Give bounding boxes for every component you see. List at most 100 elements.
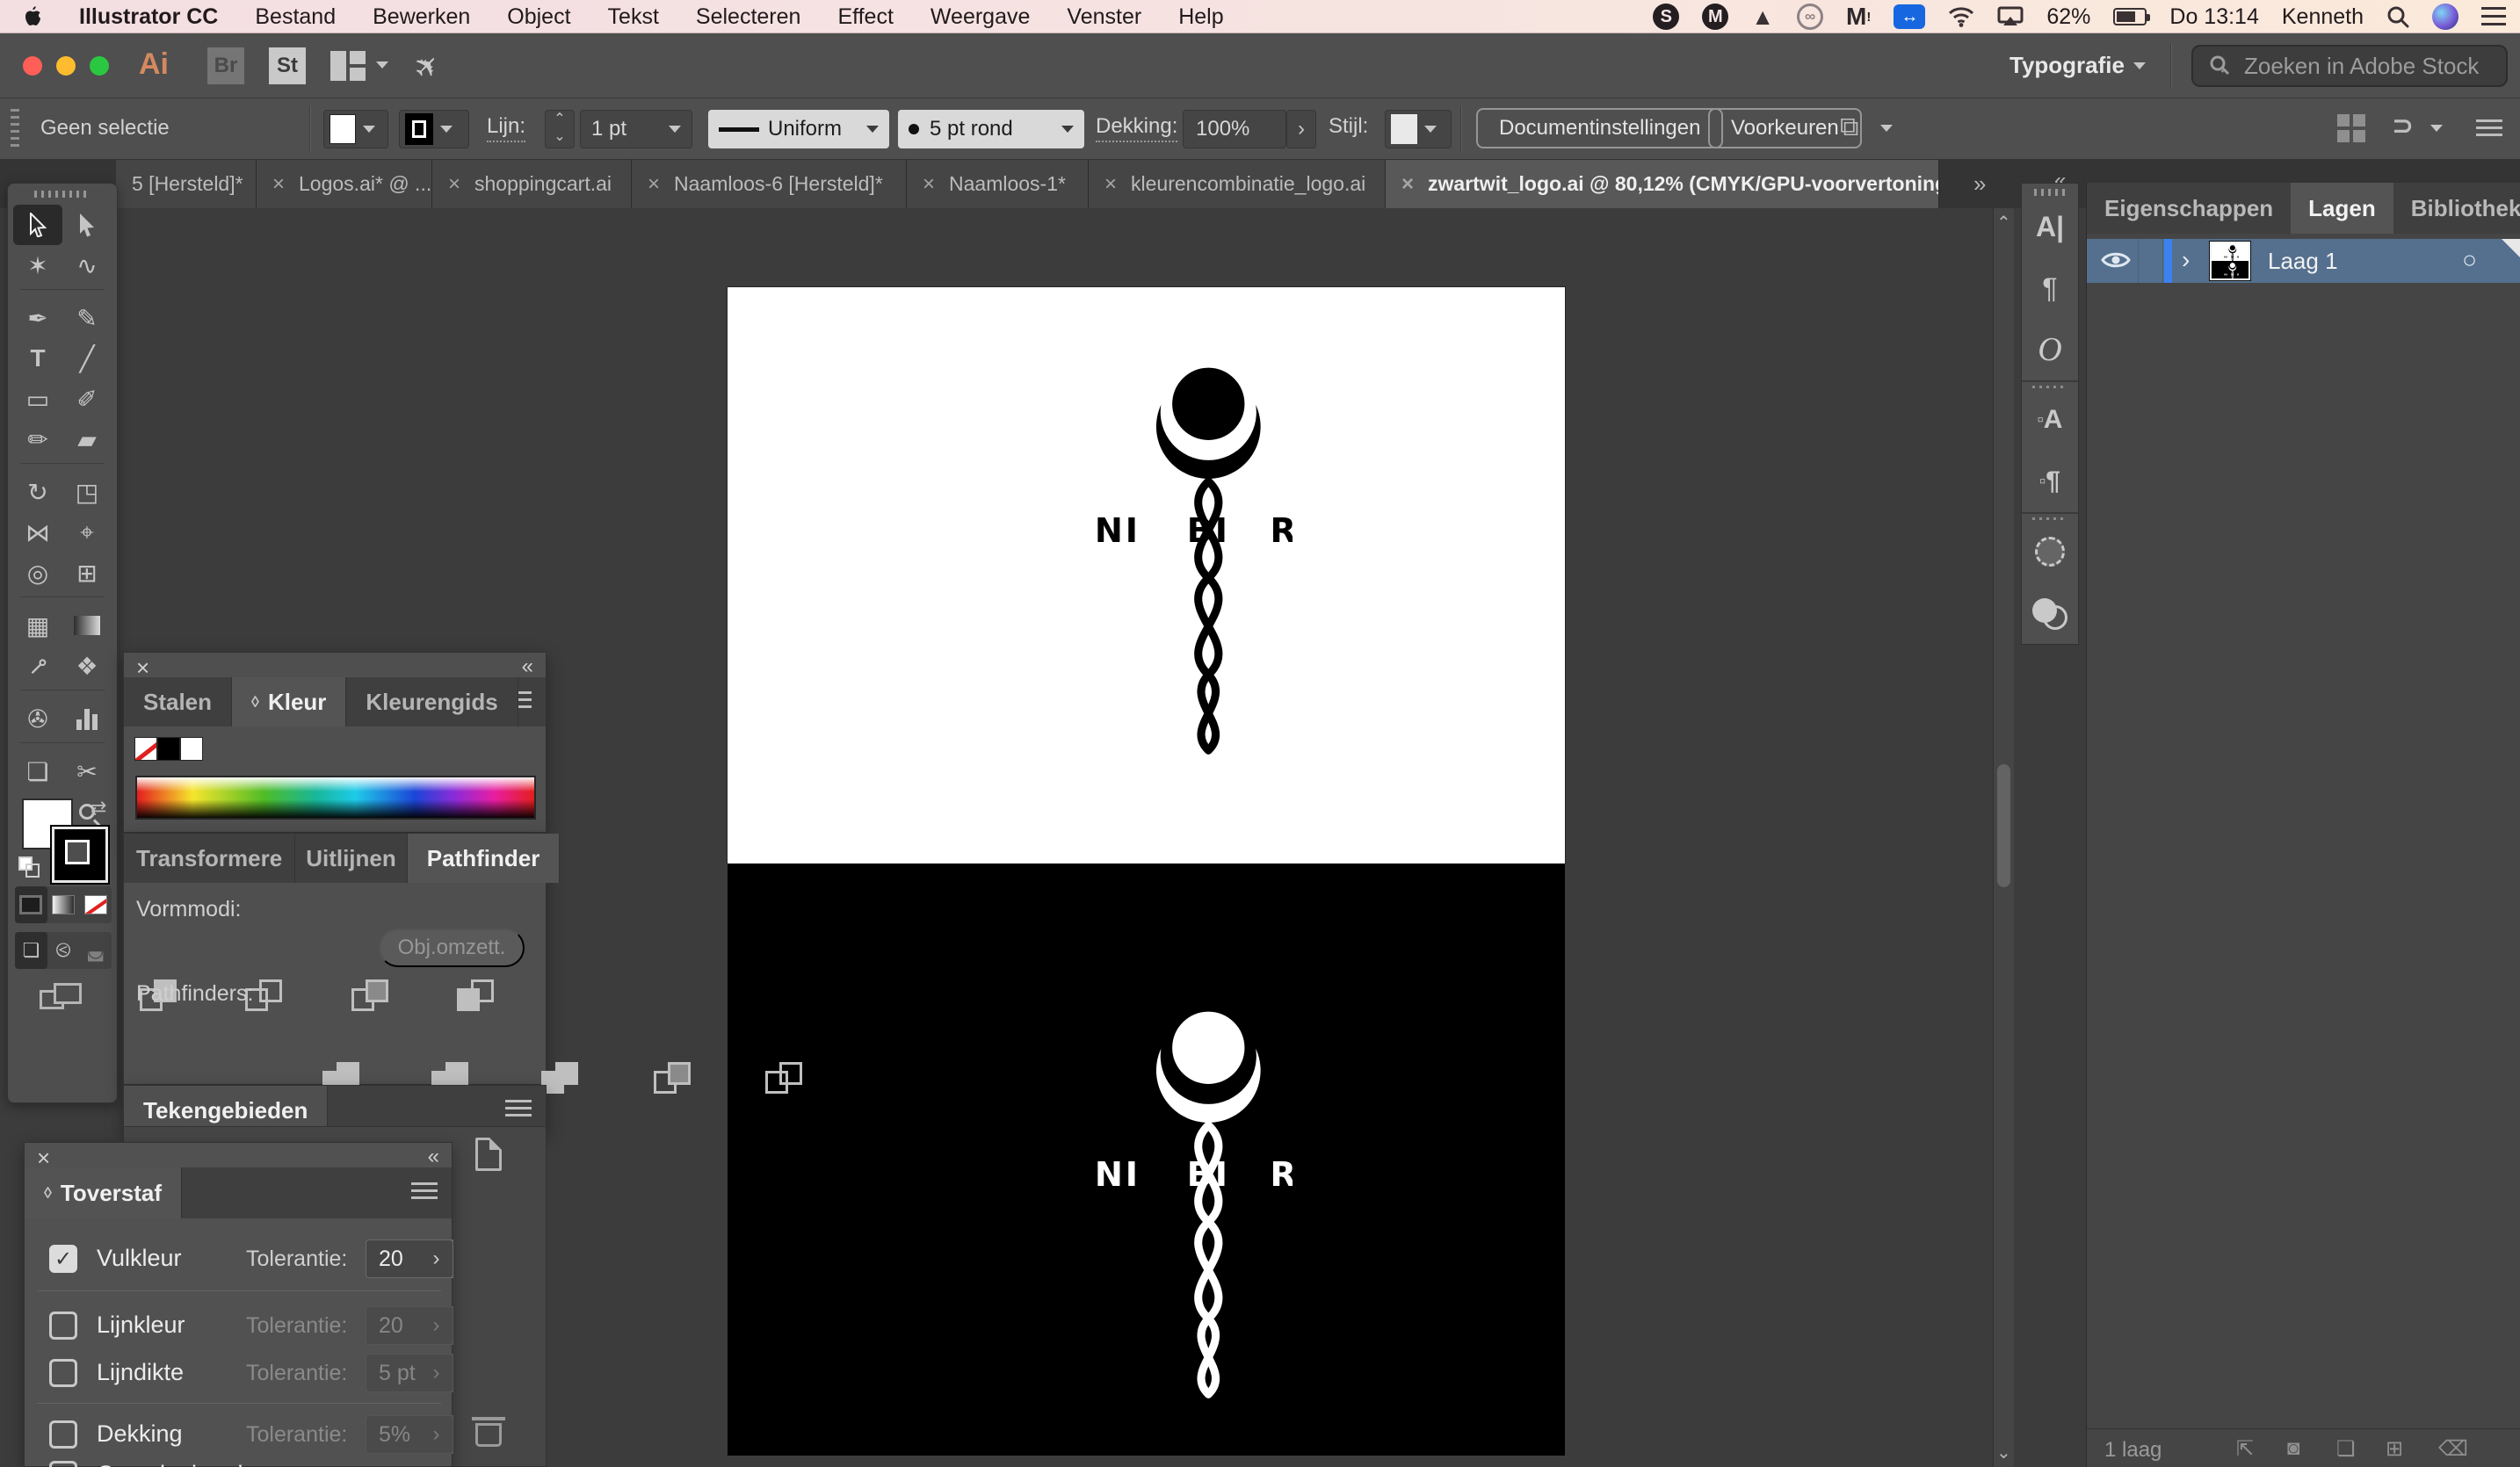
close-tab-icon[interactable]: × [648,172,660,197]
menu-bestand[interactable]: Bestand [255,4,336,30]
exclude-icon[interactable] [457,979,497,1015]
paragraph-styles-panel-icon[interactable]: ▫ ¶ [2022,451,2078,512]
scrollbar-thumb[interactable] [1997,764,2010,887]
screen-mode-icon[interactable] [40,983,87,1018]
menu-tekst[interactable]: Tekst [608,4,659,30]
skype-status-icon[interactable]: S [1653,4,1680,30]
doc-tab-6[interactable]: × kleurencombinatie_logo.ai [1089,160,1386,208]
overvloeimodus-checkbox[interactable] [49,1461,77,1467]
puppet-warp-tool-icon[interactable]: ⌖ [62,512,112,553]
tools-drag-handle[interactable] [34,191,91,198]
merge-icon[interactable] [540,1062,582,1097]
make-mask-icon[interactable]: ◙ [2287,1436,2300,1461]
gpu-performance-rocket-icon[interactable]: ✈ [406,46,448,88]
doc-tab-4[interactable]: × Naamloos-6 [Hersteld]* [632,160,907,208]
snap-options-icon[interactable]: ⊃ [2392,111,2414,141]
notification-center-icon[interactable] [2481,7,2506,26]
snap-options-chevron-icon[interactable] [2430,125,2443,132]
layer-thumbnail[interactable] [2209,241,2251,281]
line-segment-tool-icon[interactable]: ╱ [62,338,112,379]
close-tab-icon[interactable]: × [448,172,460,197]
pen-tool-icon[interactable]: ✒ [13,298,62,338]
tab-bibliotheken[interactable]: Bibliotheken [2393,183,2520,234]
intersect-icon[interactable] [351,979,392,1015]
menu-object[interactable]: Object [507,4,570,30]
crop-icon[interactable] [654,1062,694,1097]
shaper-tool-icon[interactable]: ✏ [13,419,62,459]
collapse-panel-icon[interactable]: « [522,654,533,679]
swatch-white[interactable] [180,737,203,761]
tab-toverstaf[interactable]: ◊ Toverstaf [25,1167,183,1218]
brush-definition-dropdown[interactable]: 5 pt rond [898,110,1084,148]
scale-tool-icon[interactable]: ◳ [62,472,112,512]
artboard-tool-icon[interactable]: ❏ [13,751,62,791]
draw-inside-icon[interactable]: ◛ [79,932,112,969]
vlc-status-icon[interactable]: ▲ [1751,4,1774,31]
tab-overflow-icon[interactable]: » [1973,170,1986,198]
direct-selection-tool-icon[interactable] [62,205,112,245]
zoom-window-button[interactable] [90,56,109,76]
doc-tab-active[interactable]: × zwartwit_logo.ai @ 80,12% (CMYK/GPU-vo… [1386,160,1939,208]
creative-cloud-status-icon[interactable]: ∞ [1797,4,1824,30]
close-tab-icon[interactable]: × [1401,172,1414,197]
stroke-weight-stepper[interactable]: ⌃ ⌄ [545,110,575,148]
default-fill-stroke-icon[interactable] [18,856,41,879]
nibiru-logo-black[interactable] [1057,355,1293,759]
bridge-app-icon[interactable]: Br [207,47,244,84]
canvas-vertical-scrollbar[interactable]: ⌃ ⌄ [1993,208,2014,1467]
new-layer-icon[interactable]: ⊞ [2386,1436,2403,1462]
opacity-input[interactable]: 100% [1183,110,1286,148]
swatch-black[interactable] [157,737,180,761]
teamviewer-status-icon[interactable]: ↔ [1894,4,1926,29]
new-sublayer-icon[interactable]: ❏ [2336,1436,2356,1462]
transparency-panel-icon[interactable] [2022,582,2078,644]
lijnkleur-checkbox[interactable] [49,1312,77,1340]
layer-name[interactable]: Laag 1 [2268,248,2338,275]
stroke-weight-label[interactable]: Lijn: [487,114,526,142]
graphic-style-dropdown[interactable] [1385,110,1452,148]
menu-user[interactable]: Kenneth [2282,4,2364,30]
lasso-tool-icon[interactable]: ∿ [62,245,112,285]
width-profile-dropdown[interactable]: Uniform [708,110,889,148]
doc-tab-5[interactable]: × Naamloos-1* [907,160,1089,208]
scroll-up-icon[interactable]: ⌃ [1996,212,2011,234]
close-tab-icon[interactable]: × [923,172,935,197]
tab-pathfinder[interactable]: Pathfinder [407,834,561,883]
none-button[interactable] [79,886,112,923]
menu-effect[interactable]: Effect [837,4,893,30]
strip-drag-handle[interactable] [2034,189,2066,196]
paragraph-panel-icon[interactable]: ¶ [2022,257,2078,319]
tab-kleurengids[interactable]: Kleurengids [346,677,518,726]
symbol-sprayer-tool-icon[interactable]: ✇ [13,698,62,739]
paintbrush-tool-icon[interactable]: ✐ [62,379,112,419]
wifi-status-icon[interactable] [1948,6,1974,27]
color-button[interactable] [15,886,47,923]
select-similar-chevron-icon[interactable] [1880,125,1893,132]
type-tool-icon[interactable]: T [13,338,62,379]
workspace-chevron-icon[interactable] [2133,62,2146,69]
opentype-panel-icon[interactable]: O [2022,319,2078,380]
menu-venster[interactable]: Venster [1067,4,1141,30]
opacity-label[interactable]: Dekking: [1096,114,1178,142]
close-tab-icon[interactable]: × [272,172,285,197]
arrange-documents-chevron-icon[interactable] [376,61,388,69]
shape-builder-tool-icon[interactable]: ◎ [13,553,62,593]
close-window-button[interactable] [23,56,42,76]
stroke-color-dropdown[interactable] [399,110,469,148]
tab-eigenschappen[interactable]: Eigenschappen [2087,183,2291,234]
fill-color-dropdown[interactable] [323,110,388,148]
mamp-status-icon[interactable]: M [1702,4,1729,30]
nibiru-logo-white[interactable] [1057,999,1293,1403]
workspace-switcher[interactable]: Typografie [2009,52,2125,79]
collapse-panel-icon[interactable]: « [428,1145,439,1169]
menu-selecteren[interactable]: Selecteren [696,4,801,30]
doc-tab-1[interactable]: 5 [Hersteld]* [116,160,257,208]
menu-weergave[interactable]: Weergave [931,4,1031,30]
scroll-down-icon[interactable]: ⌄ [1996,1442,2011,1463]
character-styles-panel-icon[interactable]: ▫ A [2022,389,2078,451]
lijndikte-checkbox[interactable] [49,1359,77,1387]
gradient-tool-icon[interactable] [62,605,112,646]
tab-stalen[interactable]: Stalen [124,677,233,726]
column-graph-tool-icon[interactable] [62,698,112,739]
tab-transformeren[interactable]: Transformere [124,834,296,883]
